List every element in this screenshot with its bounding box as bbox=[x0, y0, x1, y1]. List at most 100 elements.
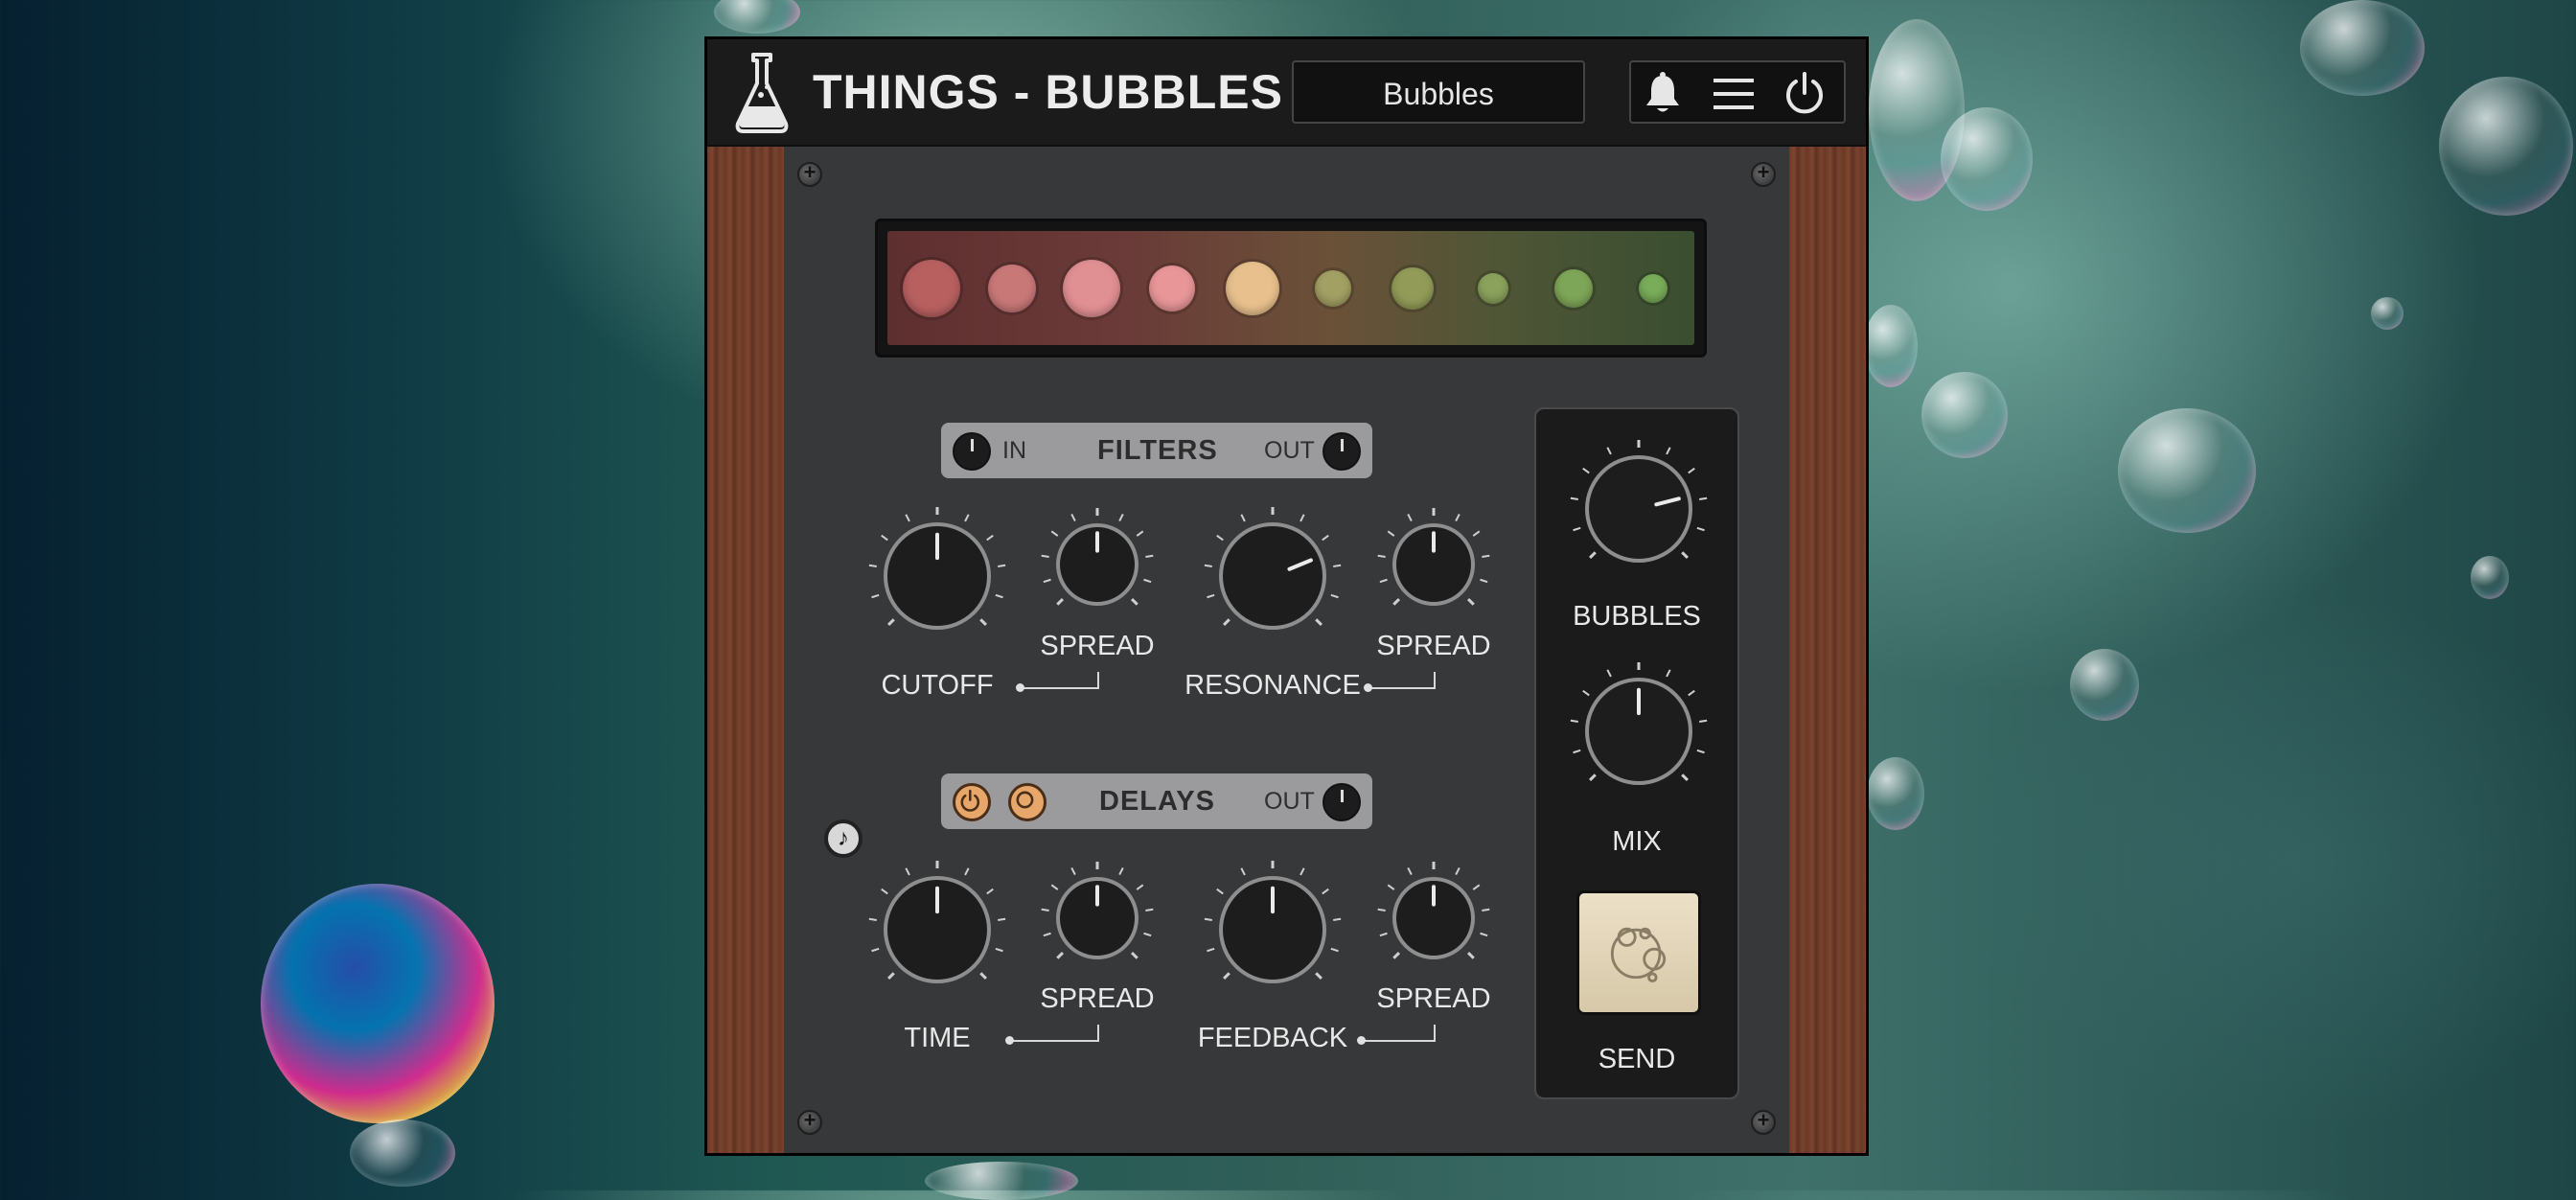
display-bubble-dot bbox=[1063, 259, 1121, 317]
knob-tick bbox=[1392, 598, 1400, 606]
bubbles-knob[interactable] bbox=[1562, 432, 1715, 586]
knob-tick bbox=[887, 972, 895, 980]
knob-tick bbox=[1472, 884, 1481, 890]
background-bubble bbox=[261, 884, 494, 1123]
knob-tick bbox=[1688, 467, 1695, 474]
resonance-spread-label: SPREAD bbox=[1376, 631, 1491, 661]
knob-tick bbox=[1204, 564, 1212, 567]
knob-tick bbox=[1131, 952, 1138, 959]
knob-tick bbox=[986, 888, 994, 895]
knob-tick bbox=[1696, 749, 1705, 754]
time-knob[interactable] bbox=[861, 853, 1014, 1006]
knob-tick bbox=[1482, 554, 1490, 559]
knob-tick bbox=[1043, 932, 1051, 937]
knob-tick bbox=[1681, 551, 1689, 559]
knob-tick bbox=[1666, 669, 1671, 678]
menu-icon[interactable] bbox=[1710, 70, 1758, 118]
knob-tick bbox=[1056, 598, 1064, 606]
knob-tick bbox=[1050, 530, 1059, 537]
resonance-spread-knob[interactable] bbox=[1369, 500, 1498, 629]
filters-out-knob[interactable] bbox=[1322, 432, 1361, 471]
delay-power-button[interactable] bbox=[953, 783, 991, 821]
knob-tick bbox=[1223, 972, 1230, 980]
knob-tick bbox=[1480, 932, 1488, 937]
knob-body bbox=[1219, 522, 1326, 630]
knob-tick bbox=[1041, 554, 1049, 559]
bell-icon[interactable] bbox=[1639, 70, 1687, 118]
send-label: SEND bbox=[1598, 1044, 1676, 1074]
knob-body bbox=[1585, 455, 1692, 563]
knob-tick bbox=[1041, 908, 1049, 912]
knob-tick bbox=[1387, 530, 1395, 537]
background-bubble bbox=[1921, 372, 2008, 458]
knob-tick bbox=[1467, 598, 1475, 606]
feedback-spread-knob[interactable] bbox=[1369, 854, 1498, 982]
knob-tick bbox=[1330, 593, 1339, 599]
background-bubble bbox=[714, 0, 800, 34]
knob-tick bbox=[1407, 513, 1413, 522]
knob-tick bbox=[1482, 908, 1490, 912]
knob-tick bbox=[1606, 447, 1612, 455]
delay-pingpong-button[interactable] bbox=[1008, 783, 1046, 821]
time-spread-link bbox=[1010, 1025, 1099, 1042]
knob-tick bbox=[905, 867, 910, 876]
background-bubble bbox=[2118, 408, 2256, 533]
filters-out-label: OUT bbox=[1264, 437, 1315, 464]
feedback-label: FEEDBACK bbox=[1197, 1023, 1348, 1053]
time-spread-label: SPREAD bbox=[1040, 983, 1155, 1014]
tempo-sync-button[interactable]: ♪ bbox=[824, 819, 862, 858]
bubbles-icon bbox=[1610, 927, 1667, 982]
screw-icon bbox=[797, 160, 822, 187]
knob-tick bbox=[998, 917, 1006, 921]
filters-strip: IN FILTERS OUT bbox=[941, 423, 1372, 478]
knob-tick bbox=[1300, 867, 1305, 876]
knob-tick bbox=[1143, 932, 1152, 937]
knob-tick bbox=[1143, 578, 1152, 584]
knob-tick bbox=[995, 593, 1003, 599]
delays-out-knob[interactable] bbox=[1322, 783, 1361, 821]
resonance-knob[interactable] bbox=[1196, 499, 1349, 653]
flask-logo-icon bbox=[735, 53, 789, 133]
knob-tick bbox=[1570, 719, 1578, 723]
screw-icon bbox=[1751, 160, 1776, 187]
send-button[interactable] bbox=[1576, 890, 1701, 1015]
knob-graphic bbox=[1570, 662, 1708, 785]
knob-tick bbox=[1322, 888, 1329, 895]
resonance-label: RESONANCE bbox=[1184, 670, 1361, 701]
plugin-window: THINGS - BUBBLES Bubbles + + + + IN FILT… bbox=[704, 36, 1869, 1156]
knob-tick bbox=[998, 564, 1006, 567]
time-label: TIME bbox=[904, 1023, 971, 1053]
cutoff-knob[interactable] bbox=[861, 499, 1014, 653]
knob-tick bbox=[1377, 908, 1386, 912]
knob-tick bbox=[1216, 888, 1224, 895]
knob-tick bbox=[1455, 866, 1460, 876]
preset-selector[interactable]: Bubbles bbox=[1292, 60, 1585, 124]
display-bubble-dot bbox=[1477, 272, 1508, 304]
knob-tick bbox=[881, 888, 888, 895]
knob-tick bbox=[1207, 947, 1215, 953]
output-panel: BUBBLES MIX SEND bbox=[1534, 407, 1739, 1099]
filter-spread-knob[interactable] bbox=[1033, 500, 1162, 629]
ring-icon bbox=[1016, 791, 1034, 809]
knob-tick bbox=[1582, 467, 1590, 474]
right-wood-panel bbox=[1789, 147, 1866, 1153]
background-bubble bbox=[1941, 107, 2033, 211]
knob-tick bbox=[1145, 908, 1154, 912]
knob-tick bbox=[1204, 917, 1212, 921]
filters-in-knob[interactable] bbox=[953, 432, 991, 471]
background-bubble bbox=[2471, 556, 2509, 599]
display-bubble-dot bbox=[1392, 266, 1435, 310]
feedback-knob[interactable] bbox=[1196, 853, 1349, 1006]
filters-label: FILTERS bbox=[1097, 435, 1218, 466]
power-icon[interactable] bbox=[1781, 70, 1828, 118]
knob-tick bbox=[1407, 866, 1413, 876]
background-bubble bbox=[2070, 649, 2139, 721]
plugin-header: THINGS - BUBBLES Bubbles bbox=[707, 39, 1866, 145]
knob-graphic bbox=[1041, 508, 1154, 606]
background-bubble bbox=[2371, 297, 2404, 330]
knob-tick bbox=[1699, 719, 1708, 723]
mix-knob[interactable] bbox=[1562, 655, 1715, 808]
knob-graphic bbox=[868, 861, 1006, 983]
delays-strip: DELAYS OUT bbox=[941, 773, 1372, 829]
time-spread-knob[interactable] bbox=[1033, 854, 1162, 982]
